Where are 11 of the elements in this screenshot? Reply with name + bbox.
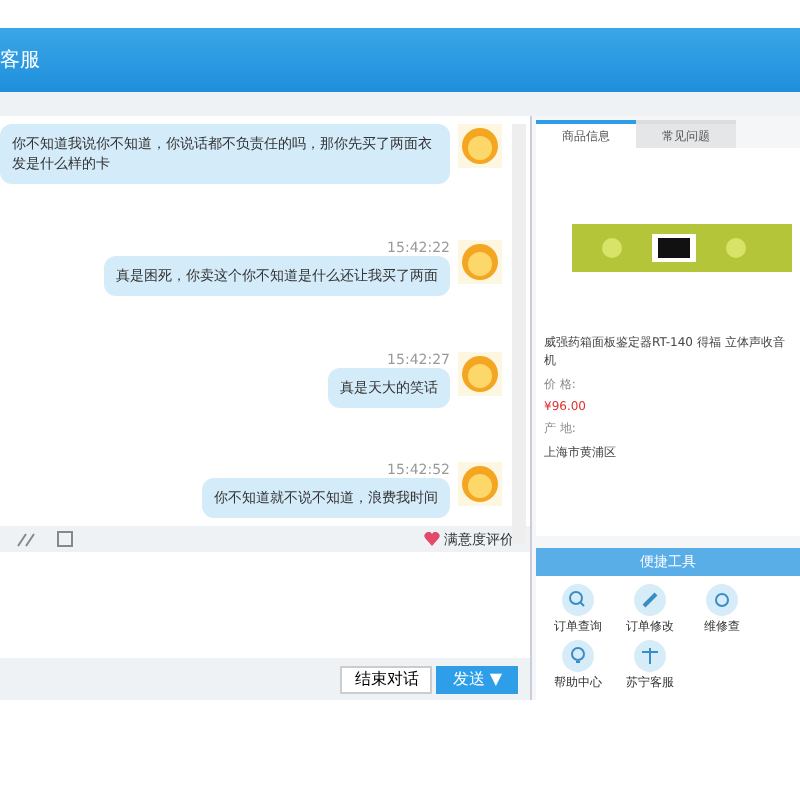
- lion-avatar-icon: [458, 462, 502, 507]
- window-title: 客服: [0, 47, 40, 74]
- bulb-icon: [562, 640, 594, 672]
- lion-avatar-icon: [458, 124, 502, 168]
- heart-icon: [424, 532, 440, 547]
- lion-avatar-icon: [458, 239, 502, 284]
- lion-avatar-icon: [458, 351, 502, 396]
- save-icon[interactable]: [56, 530, 74, 549]
- search-icon: [562, 584, 594, 616]
- edit-icon: [634, 584, 666, 616]
- end-chat-button[interactable]: 结束对话: [340, 665, 433, 694]
